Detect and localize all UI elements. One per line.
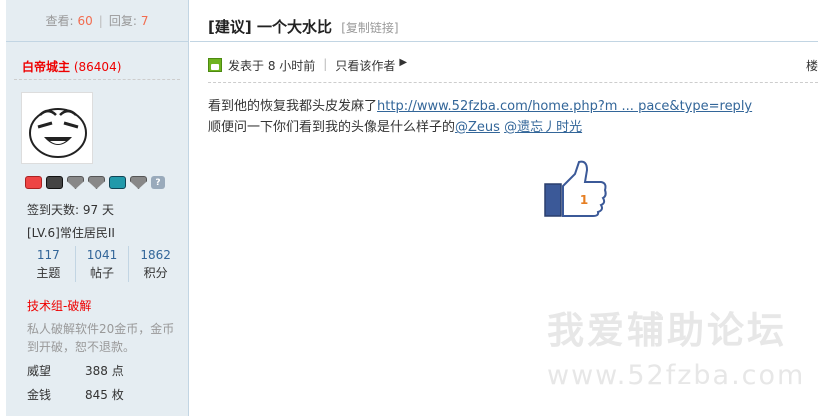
medal-blue-icon[interactable]	[109, 176, 126, 189]
medal-question-icon[interactable]: ?	[151, 176, 165, 189]
medal-gray-icon[interactable]	[67, 176, 84, 189]
views-label: 查看:	[45, 14, 74, 28]
post-link[interactable]: http://www.52fzba.com/home.php?m ... pac…	[377, 99, 752, 114]
mention-zeus[interactable]: @Zeus	[455, 120, 500, 135]
post-line-2: 顺便问一下你们看到我的头像是什么样子的@Zeus @遗忘丿时光	[208, 117, 808, 138]
watermark-title: 我爱辅助论坛	[547, 309, 787, 352]
post-line-2-text: 顺便问一下你们看到我的头像是什么样子的	[208, 120, 456, 135]
post-content: 看到他的恢复我都头皮发麻了http://www.52fzba.com/home.…	[208, 96, 808, 138]
field-key: 威望	[27, 364, 52, 378]
thread-title-bar: [建议] 一个大水比 [复制链接]	[190, 0, 818, 42]
thread-title-text: 一个大水比	[256, 18, 332, 36]
like-thumb-icon: 1	[543, 158, 609, 220]
signin-days: 签到天数: 97 天	[27, 203, 114, 217]
count-posts[interactable]: 1041 帖子	[74, 246, 129, 282]
author-uid: (86404)	[73, 60, 122, 74]
online-status-icon	[208, 58, 222, 72]
medal-dark-icon[interactable]	[46, 176, 63, 189]
copy-link-button[interactable]: [复制链接]	[341, 21, 398, 35]
post-line-1: 看到他的恢复我都头皮发麻了http://www.52fzba.com/home.…	[208, 96, 808, 117]
count-label: 积分	[143, 266, 168, 280]
count-topics[interactable]: 117 主题	[22, 246, 75, 282]
user-group: 技术组-破解	[27, 299, 92, 313]
medal-red-icon[interactable]	[25, 176, 42, 189]
user-signature: 私人破解软件20金币，金币到开破，恕不退款。	[27, 322, 175, 354]
post-time: 发表于 8 小时前	[228, 59, 316, 73]
thread-tag[interactable]: [建议]	[208, 18, 252, 36]
replies-count: 7	[140, 13, 149, 28]
watermark-url: www.52fzba.com	[547, 360, 806, 391]
medal-row: ?	[25, 176, 165, 189]
user-level[interactable]: [LV.6]常住居民II	[27, 224, 115, 241]
author-only-link[interactable]: 只看该作者	[335, 57, 395, 74]
stats-separator: |	[98, 13, 103, 28]
post-meta: 发表于 8 小时前 | 只看该作者 ▶	[208, 57, 818, 83]
post-line-1-text: 看到他的恢复我都头皮发麻了	[208, 99, 378, 114]
avatar-face-icon	[29, 108, 87, 158]
meta-separator: |	[323, 57, 328, 71]
count-value: 1862	[140, 248, 171, 262]
medal-gray-icon[interactable]	[130, 176, 147, 189]
floor-label[interactable]: 楼	[806, 57, 818, 74]
count-label: 帖子	[90, 266, 115, 280]
mention-yiwang[interactable]: @遗忘丿时光	[504, 120, 582, 135]
field-prestige: 威望 388 点	[27, 362, 124, 379]
count-points[interactable]: 1862 积分	[128, 246, 182, 282]
count-value: 117	[36, 248, 60, 262]
count-label: 主题	[36, 266, 61, 280]
field-key: 金钱	[27, 388, 52, 402]
triangle-right-icon: ▶	[399, 57, 408, 68]
thread-stats: 查看: 60 | 回复: 7	[6, 0, 188, 42]
views-count: 60	[77, 13, 93, 28]
user-counts: 117 主题 1041 帖子 1862 积分	[22, 246, 182, 282]
thread-title: [建议] 一个大水比 [复制链接]	[208, 16, 399, 37]
field-value: 845 枚	[85, 388, 124, 402]
field-value: 388 点	[85, 364, 124, 378]
post-main: [建议] 一个大水比 [复制链接] 发表于 8 小时前 | 只看该作者 ▶ 楼 …	[190, 0, 818, 416]
author-info: 白帝城主 (86404)	[14, 42, 180, 80]
like-count: 1	[580, 193, 588, 207]
replies-label: 回复:	[108, 14, 137, 28]
field-money: 金钱 845 枚	[27, 386, 124, 403]
medal-gray-icon[interactable]	[88, 176, 105, 189]
count-value: 1041	[86, 248, 118, 262]
author-sidebar: 查看: 60 | 回复: 7 白帝城主 (86404) ? 签到天数: 97 天…	[6, 0, 189, 416]
author-name[interactable]: 白帝城主	[22, 60, 70, 74]
avatar[interactable]	[21, 92, 93, 164]
